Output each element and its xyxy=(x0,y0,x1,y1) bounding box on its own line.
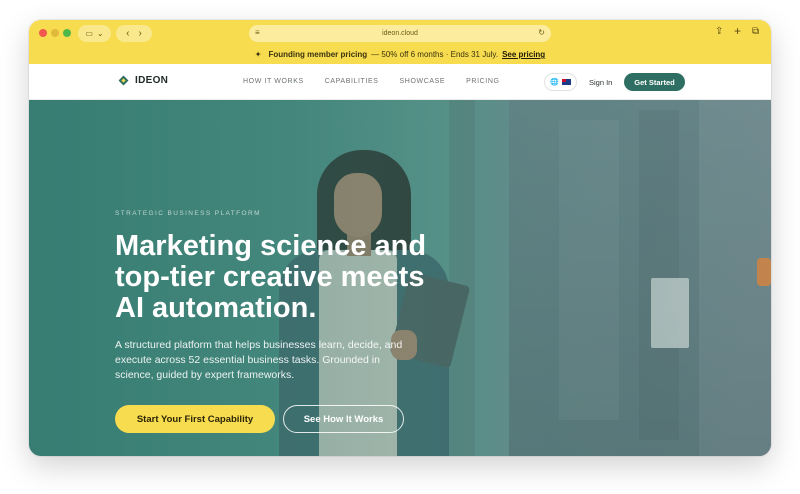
close-window-button[interactable] xyxy=(39,29,47,37)
nav-showcase[interactable]: SHOWCASE xyxy=(400,78,446,85)
language-selector[interactable]: 🌐 xyxy=(544,73,577,91)
australia-flag-icon xyxy=(561,79,571,85)
sign-in-link[interactable]: Sign In xyxy=(589,78,612,87)
hero-section: STRATEGIC BUSINESS PLATFORM Marketing sc… xyxy=(29,100,771,456)
globe-icon: 🌐 xyxy=(550,79,559,86)
maximize-window-button[interactable] xyxy=(63,29,71,37)
url-text: ideon.cloud xyxy=(382,30,418,37)
reload-icon[interactable]: ↻ xyxy=(538,28,545,37)
brand-name: IDEON xyxy=(135,75,169,86)
back-icon[interactable]: ‹ xyxy=(126,28,129,39)
start-first-capability-button[interactable]: Start Your First Capability xyxy=(115,405,275,433)
browser-window: ▭ ⌄ ‹ › ≡ ideon.cloud ↻ ⇪ + ⧉ ✦ Founding… xyxy=(29,20,771,456)
forward-icon[interactable]: › xyxy=(139,28,142,39)
browser-toolbar: ▭ ⌄ ‹ › ≡ ideon.cloud ↻ ⇪ + ⧉ xyxy=(29,20,771,45)
logo-icon xyxy=(119,76,129,86)
hero-headline: Marketing science and top-tier creative … xyxy=(115,230,427,324)
new-tab-icon[interactable]: + xyxy=(734,25,741,37)
address-bar[interactable]: ≡ ideon.cloud ↻ xyxy=(249,25,551,42)
sidebar-icon: ▭ xyxy=(85,29,93,38)
hero-subtext: A structured platform that helps busines… xyxy=(115,339,403,381)
minimize-window-button[interactable] xyxy=(51,29,59,37)
sparkle-icon: ✦ xyxy=(254,50,262,59)
promo-banner: ✦ Founding member pricing — 50% off 6 mo… xyxy=(29,45,771,64)
site-header: IDEON HOW IT WORKS CAPABILITIES SHOWCASE… xyxy=(29,64,771,100)
nav-how-it-works[interactable]: HOW IT WORKS xyxy=(243,78,304,85)
nav-pricing[interactable]: PRICING xyxy=(466,78,499,85)
tabs-overview-icon[interactable]: ⧉ xyxy=(752,27,759,37)
get-started-button[interactable]: Get Started xyxy=(624,73,685,91)
site-settings-icon[interactable]: ≡ xyxy=(255,28,260,37)
hero-eyebrow: STRATEGIC BUSINESS PLATFORM xyxy=(115,210,261,217)
see-how-it-works-button[interactable]: See How It Works xyxy=(283,405,404,433)
brand-logo[interactable]: IDEON xyxy=(119,75,168,86)
share-icon[interactable]: ⇪ xyxy=(715,27,723,37)
see-pricing-link[interactable]: See pricing xyxy=(502,50,545,59)
main-nav: HOW IT WORKS CAPABILITIES SHOWCASE PRICI… xyxy=(243,78,500,85)
sidebar-toggle-button[interactable]: ▭ ⌄ xyxy=(78,25,111,42)
chevron-down-icon: ⌄ xyxy=(96,29,104,38)
promo-title: Founding member pricing xyxy=(268,50,368,59)
nav-capabilities[interactable]: CAPABILITIES xyxy=(325,78,379,85)
promo-detail: — 50% off 6 months · Ends 31 July. xyxy=(371,50,499,59)
history-nav: ‹ › xyxy=(116,25,152,42)
